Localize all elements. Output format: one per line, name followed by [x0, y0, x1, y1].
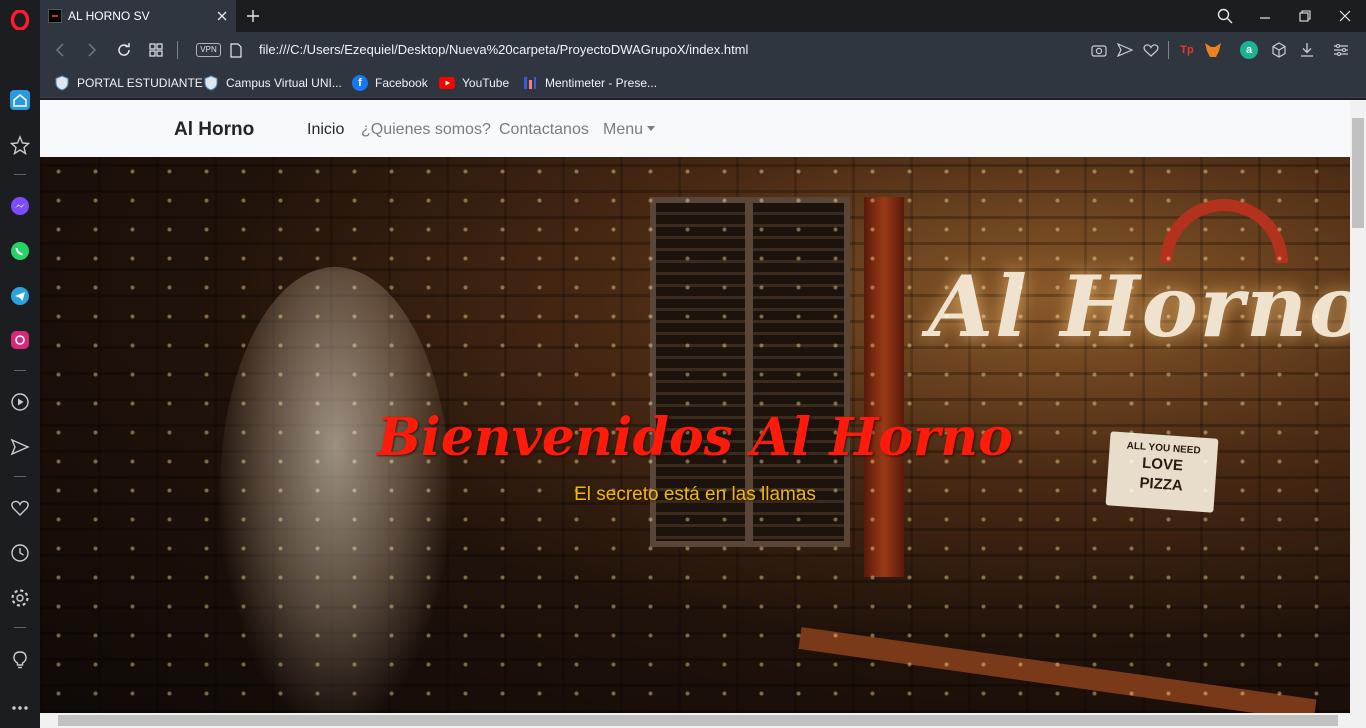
opera-menu-icon[interactable] [8, 8, 32, 32]
heart-icon[interactable] [8, 496, 32, 520]
bookmark-mentimeter[interactable]: Mentimeter - Prese... [522, 75, 657, 91]
easy-setup-menu-icon[interactable] [1332, 41, 1350, 59]
minimize-icon[interactable] [1254, 5, 1276, 27]
send-arrow-icon[interactable] [1116, 41, 1134, 59]
nav-link-inicio[interactable]: Inicio [307, 121, 344, 139]
hero-title: Bienvenidos Al Horno [377, 407, 1013, 468]
scroll-thumb[interactable] [58, 715, 1338, 726]
bookmark-campus-virtual[interactable]: Campus Virtual UNI... [203, 75, 342, 91]
a-extension-icon[interactable]: a [1240, 41, 1258, 59]
browser-window: AL HORNO SV VPN file:///C:/Users/Ezequie… [0, 0, 1366, 728]
dropdown-caret-icon [647, 126, 656, 131]
reload-icon[interactable] [114, 40, 134, 60]
hero-subtitle: El secreto está en las llamas [574, 484, 816, 505]
url-field[interactable]: file:///C:/Users/Ezequiel/Desktop/Nueva%… [259, 42, 748, 57]
bookmarks-bar: PORTAL ESTUDIANTE Campus Virtual UNI... … [40, 68, 1366, 98]
metamask-fox-icon[interactable] [1204, 41, 1222, 59]
site-favicon-icon [48, 9, 62, 23]
search-tabs-icon[interactable] [1214, 5, 1236, 27]
bookmarks-icon[interactable] [8, 133, 32, 157]
tp-extension-icon[interactable]: Tp [1178, 41, 1196, 59]
youtube-icon [439, 75, 455, 91]
bookmark-label: PORTAL ESTUDIANTE [77, 76, 203, 90]
bookmark-label: Mentimeter - Prese... [545, 76, 658, 90]
nav-dropdown-menu[interactable]: Menu [603, 121, 656, 139]
player-icon[interactable] [8, 390, 32, 414]
snapshot-camera-icon[interactable] [1090, 41, 1108, 59]
hero-image: Al Horno ALL YOU NEED LOVE PIZZA Bienven… [40, 157, 1350, 713]
page-file-icon [226, 40, 246, 60]
mentimeter-icon [522, 75, 538, 91]
horizontal-scrollbar[interactable] [40, 713, 1366, 728]
more-options-icon[interactable] [8, 696, 32, 720]
facebook-icon: f [352, 75, 368, 91]
extensions-cube-icon[interactable] [1270, 41, 1288, 59]
telegram-icon[interactable] [8, 284, 32, 308]
download-icon[interactable] [1298, 41, 1316, 59]
bookmark-label: YouTube [462, 76, 510, 90]
forward-arrow-icon[interactable] [82, 40, 102, 60]
back-arrow-icon[interactable] [50, 40, 70, 60]
nav-dropdown-label: Menu [603, 121, 644, 138]
instagram-icon[interactable] [8, 328, 32, 352]
settings-gear-icon[interactable] [8, 586, 32, 610]
restore-window-icon[interactable] [1294, 5, 1316, 27]
site-brand[interactable]: Al Horno [174, 119, 254, 141]
opera-sidebar [0, 0, 40, 728]
close-tab-icon[interactable] [214, 8, 230, 24]
new-tab-plus-icon[interactable] [243, 6, 263, 26]
bookmark-label: Campus Virtual UNI... [226, 76, 342, 90]
messenger-icon[interactable] [8, 194, 32, 218]
bookmark-portal-estudiante[interactable]: PORTAL ESTUDIANTE [54, 75, 203, 91]
bookmark-heart-icon[interactable] [1142, 41, 1160, 59]
flow-send-icon[interactable] [8, 435, 32, 459]
shield-icon [54, 75, 70, 91]
tab-active[interactable]: AL HORNO SV [40, 0, 236, 32]
site-navbar: Al Horno Inicio ¿Quienes somos? Contacta… [40, 100, 1350, 157]
page-viewport: Al Horno Inicio ¿Quienes somos? Contacta… [40, 100, 1350, 713]
tab-strip: AL HORNO SV [40, 0, 1366, 32]
close-window-icon[interactable] [1334, 5, 1356, 27]
bookmark-label: Facebook [375, 76, 428, 90]
address-bar-row: VPN file:///C:/Users/Ezequiel/Desktop/Nu… [40, 32, 1366, 68]
history-icon[interactable] [8, 541, 32, 565]
tab-title: AL HORNO SV [68, 9, 150, 23]
vpn-badge[interactable]: VPN [196, 43, 221, 57]
nav-link-contactanos[interactable]: Contactanos [499, 121, 589, 139]
whatsapp-icon[interactable] [8, 239, 32, 263]
nav-link-quienes-somos[interactable]: ¿Quienes somos? [361, 121, 491, 139]
bookmark-youtube[interactable]: YouTube [439, 75, 509, 91]
scroll-thumb[interactable] [1352, 118, 1364, 228]
vertical-scrollbar[interactable] [1350, 100, 1366, 713]
speed-dial-icon[interactable] [8, 88, 32, 112]
lightbulb-icon[interactable] [8, 648, 32, 672]
tabs-grid-icon[interactable] [146, 40, 166, 60]
shield-icon [203, 75, 219, 91]
bookmark-facebook[interactable]: f Facebook [352, 75, 428, 91]
